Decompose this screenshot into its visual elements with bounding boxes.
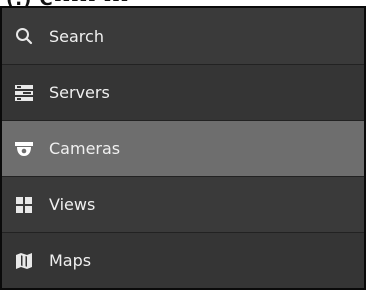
menu-item-label: Cameras (49, 139, 121, 158)
search-icon (15, 27, 33, 45)
grid-icon (15, 196, 33, 214)
server-icon (15, 84, 33, 102)
camera-icon (15, 140, 33, 158)
map-icon (15, 252, 33, 270)
menu-item-cameras[interactable]: Cameras (2, 120, 364, 176)
menu-item-servers[interactable]: Servers (2, 64, 364, 120)
menu-item-search[interactable]: Search (2, 8, 364, 64)
navigation-menu: Search Servers Cameras Views Maps (0, 6, 366, 290)
menu-item-maps[interactable]: Maps (2, 232, 364, 288)
menu-item-label: Servers (49, 83, 110, 102)
menu-item-label: Views (49, 195, 96, 214)
menu-item-views[interactable]: Views (2, 176, 364, 232)
menu-item-label: Maps (49, 251, 92, 270)
menu-item-label: Search (49, 26, 104, 46)
